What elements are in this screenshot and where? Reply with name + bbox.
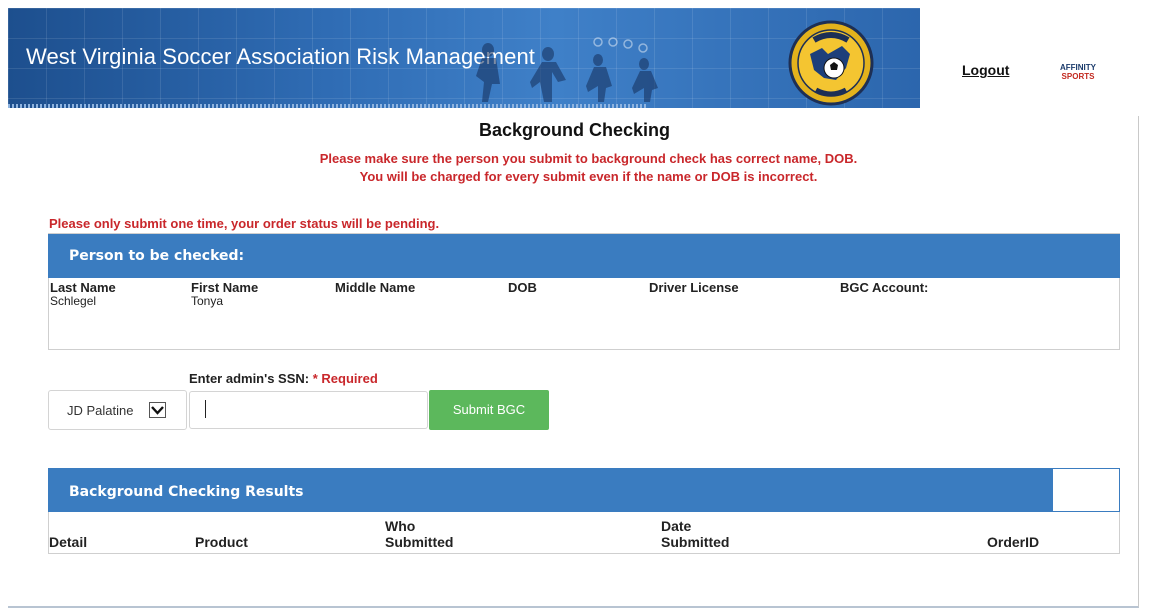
- value-first-name: Tonya: [191, 294, 224, 308]
- logout-link[interactable]: Logout: [962, 62, 1009, 78]
- west-virginia-soccer-logo-icon: [788, 20, 874, 106]
- person-section-header: Person to be checked:: [48, 234, 1120, 278]
- warning-line-1: Please make sure the person you submit t…: [319, 151, 858, 166]
- results-col-detail-line2: Detail: [49, 534, 88, 550]
- col-header-first-name: First Name: [191, 280, 259, 295]
- affinity-logo-line1: AFFINITY: [1060, 63, 1096, 72]
- results-section-header: Background Checking Results: [48, 468, 1052, 512]
- chevron-down-icon[interactable]: [149, 402, 166, 418]
- col-header-middle-name: Middle Name: [335, 280, 416, 295]
- header-right-panel: [920, 8, 1139, 116]
- ssn-label-text: Enter admin's SSN:: [189, 371, 310, 386]
- admin-select-value: JD Palatine: [67, 403, 134, 418]
- person-section-title: Person to be checked:: [69, 248, 245, 264]
- results-col-date-line2: Submitted: [661, 534, 730, 550]
- results-col-date-submitted: Date Submitted: [661, 518, 729, 550]
- ssn-label: Enter admin's SSN: * Required: [189, 371, 378, 386]
- col-header-bgc-account: BGC Account:: [840, 280, 929, 295]
- results-col-orderid: OrderID: [987, 518, 1039, 550]
- required-indicator: * Required: [312, 371, 378, 386]
- pending-note: Please only submit one time, your order …: [49, 216, 440, 231]
- results-col-date-line1: Date: [661, 518, 692, 534]
- results-section-title: Background Checking Results: [69, 484, 304, 500]
- results-col-detail-line1: [49, 518, 87, 534]
- col-header-last-name: Last Name: [50, 280, 116, 295]
- results-col-who-line2: Submitted: [385, 534, 454, 550]
- affinity-sports-logo: AFFINITY SPORTS: [1060, 63, 1096, 81]
- value-last-name: Schlegel: [50, 294, 97, 308]
- results-col-product-line1: [195, 518, 248, 534]
- col-header-driver-license: Driver License: [649, 280, 739, 295]
- results-col-orderid-line2: OrderID: [987, 534, 1040, 550]
- header-banner: West Virginia Soccer Association Risk Ma…: [8, 8, 920, 108]
- results-col-detail: Detail: [49, 518, 87, 550]
- admin-select[interactable]: JD Palatine: [48, 390, 187, 430]
- soccer-players-graphic: [476, 37, 658, 102]
- results-col-who-line1: Who: [385, 518, 416, 534]
- results-col-orderid-line1: [987, 518, 1039, 534]
- results-col-product-line2: Product: [195, 534, 248, 550]
- submit-bgc-button[interactable]: Submit BGC: [429, 390, 549, 430]
- banner-stripe: [8, 104, 648, 108]
- ssn-input[interactable]: [189, 391, 428, 429]
- col-header-dob: DOB: [508, 280, 537, 295]
- warning-line-2: You will be charged for every submit eve…: [359, 169, 818, 184]
- page-title: Background Checking: [478, 120, 671, 140]
- affinity-logo-line2: SPORTS: [1061, 72, 1095, 81]
- results-col-product: Product: [195, 518, 248, 550]
- results-col-who-submitted: Who Submitted: [385, 518, 453, 550]
- results-header-extension: [1052, 468, 1120, 512]
